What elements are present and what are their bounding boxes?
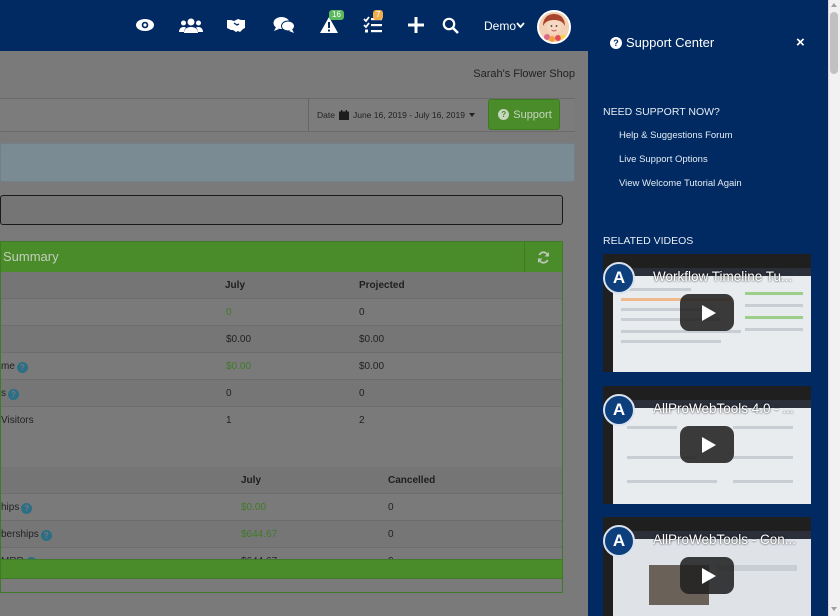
row-value-projected: $0.00 [359, 334, 385, 345]
row-value-july: $0.00 [226, 334, 252, 345]
row-value-july[interactable]: $0.00 [226, 361, 251, 372]
summary-panel: Summary July Projected 0 0 $0.00 $0.00 m… [0, 241, 563, 593]
date-label: Date [317, 110, 335, 120]
support-button[interactable]: ? Support [488, 99, 560, 130]
table-row: berships? $644.67 0 [1, 521, 562, 548]
table-row: Visitors 1 2 [1, 407, 562, 434]
dashboard-overlay: Sarah's Flower Shop Date June 16, 2019 -… [0, 51, 588, 616]
table-row: $0.00 $0.00 [1, 326, 562, 353]
row-value-projected: $0.00 [359, 361, 385, 372]
top-nav: 16 7 Demo [0, 0, 588, 51]
support-button-label: Support [513, 108, 552, 121]
play-icon[interactable] [680, 294, 734, 331]
play-icon[interactable] [680, 557, 734, 594]
row-value-cancelled: 0 [388, 529, 394, 540]
row-value-projected: 2 [359, 415, 365, 426]
row-value-projected: 0 [359, 388, 365, 399]
video-title: Workflow Timeline Tu... [653, 269, 793, 284]
help-icon[interactable]: ? [40, 530, 52, 541]
video-title: AllProWebTools 4.0 - ... [653, 401, 794, 416]
video-thumbnail[interactable]: A Workflow Timeline Tu... [603, 254, 811, 372]
row-value-cancelled: 0 [388, 502, 394, 513]
row-value-july[interactable]: 0 [226, 307, 232, 318]
tasks-icon[interactable]: 7 [362, 10, 384, 36]
link-help-forum[interactable]: Help & Suggestions Forum [619, 130, 733, 141]
date-range-picker[interactable]: Date June 16, 2019 - July 16, 2019 [308, 99, 486, 131]
help-icon[interactable]: ? [8, 389, 19, 400]
info-alert [0, 143, 575, 182]
search-icon[interactable] [440, 14, 460, 36]
row-label: Visitors [1, 415, 34, 426]
users-icon[interactable] [178, 14, 204, 36]
panel-title: Summary [3, 249, 59, 264]
video-thumbnail[interactable]: A AllProWebTools - Con... [603, 517, 811, 616]
table-header-row: July Projected [1, 272, 562, 299]
row-value-july[interactable]: $644.67 [241, 529, 277, 540]
question-circle-icon: ? [498, 109, 510, 120]
channel-logo-icon: A [603, 525, 635, 557]
row-label: s? [1, 388, 19, 400]
comments-icon[interactable] [272, 14, 296, 36]
scroll-down-arrow-icon[interactable] [831, 607, 837, 611]
refresh-icon [538, 250, 549, 264]
eye-icon[interactable] [134, 14, 156, 36]
video-title: AllProWebTools - Con... [653, 532, 797, 547]
tasks-badge: 7 [373, 10, 384, 20]
row-label: hips? [1, 502, 33, 514]
help-icon[interactable]: ? [21, 503, 33, 514]
alerts-badge: 16 [329, 10, 344, 20]
user-menu-label[interactable]: Demo [484, 19, 516, 33]
need-support-heading: NEED SUPPORT NOW? [603, 106, 720, 118]
row-value-july: 1 [226, 415, 232, 426]
row-label: berships? [1, 529, 52, 541]
table-row: 0 0 [1, 299, 562, 326]
plus-icon[interactable] [406, 14, 426, 36]
text-input[interactable] [0, 195, 563, 225]
alerts-icon[interactable]: 16 [318, 10, 344, 36]
row-label-text: s [1, 388, 6, 399]
play-icon[interactable] [680, 426, 734, 463]
link-live-support[interactable]: Live Support Options [619, 154, 708, 165]
row-label-text: hips [1, 502, 20, 513]
row-label-text: me [1, 361, 15, 372]
column-header: Cancelled [388, 475, 436, 486]
caret-down-icon [468, 113, 475, 117]
chevron-down-icon[interactable] [516, 22, 525, 29]
related-videos-heading: RELATED VIDEOS [603, 235, 694, 247]
support-center-panel: ? Support Center × NEED SUPPORT NOW? Hel… [588, 0, 828, 616]
table-header-row: July Cancelled [1, 467, 562, 494]
table-row: s? 0 0 [1, 380, 562, 407]
channel-logo-icon: A [603, 262, 635, 294]
row-value-july: 0 [226, 388, 232, 399]
handshake-icon[interactable] [226, 14, 250, 36]
column-header: July [225, 280, 246, 291]
link-welcome-tutorial[interactable]: View Welcome Tutorial Again [619, 178, 742, 189]
column-header: Projected [359, 280, 405, 291]
row-value-projected: 0 [359, 307, 365, 318]
calendar-icon [338, 110, 349, 120]
support-center-title: ? Support Center [608, 35, 714, 50]
video-thumbnail[interactable]: A AllProWebTools 4.0 - ... [603, 386, 811, 504]
avatar[interactable] [537, 10, 571, 44]
panel-header: Summary [1, 242, 562, 272]
close-icon[interactable]: × [796, 34, 805, 51]
shop-name: Sarah's Flower Shop [473, 68, 575, 80]
date-range-value: June 16, 2019 - July 16, 2019 [352, 110, 465, 120]
summary-table-monthly: July Projected 0 0 $0.00 $0.00 me? $0.00… [1, 272, 562, 434]
table-row: me? $0.00 $0.00 [1, 353, 562, 380]
column-header: July [241, 475, 262, 486]
row-value-july[interactable]: $0.00 [241, 502, 266, 513]
scroll-up-arrow-icon[interactable] [831, 3, 837, 7]
row-label-text: berships [1, 529, 39, 540]
table-row: hips? $0.00 0 [1, 494, 562, 521]
refresh-button[interactable] [524, 242, 562, 272]
scrollbar[interactable] [828, 0, 840, 616]
channel-logo-icon: A [603, 394, 635, 426]
scrollbar-thumb[interactable] [830, 12, 838, 74]
help-icon[interactable]: ? [16, 362, 28, 373]
question-circle-icon: ? [610, 36, 622, 49]
support-center-title-text: Support Center [626, 35, 715, 50]
row-label: me? [1, 361, 28, 373]
next-panel-header [0, 559, 563, 579]
